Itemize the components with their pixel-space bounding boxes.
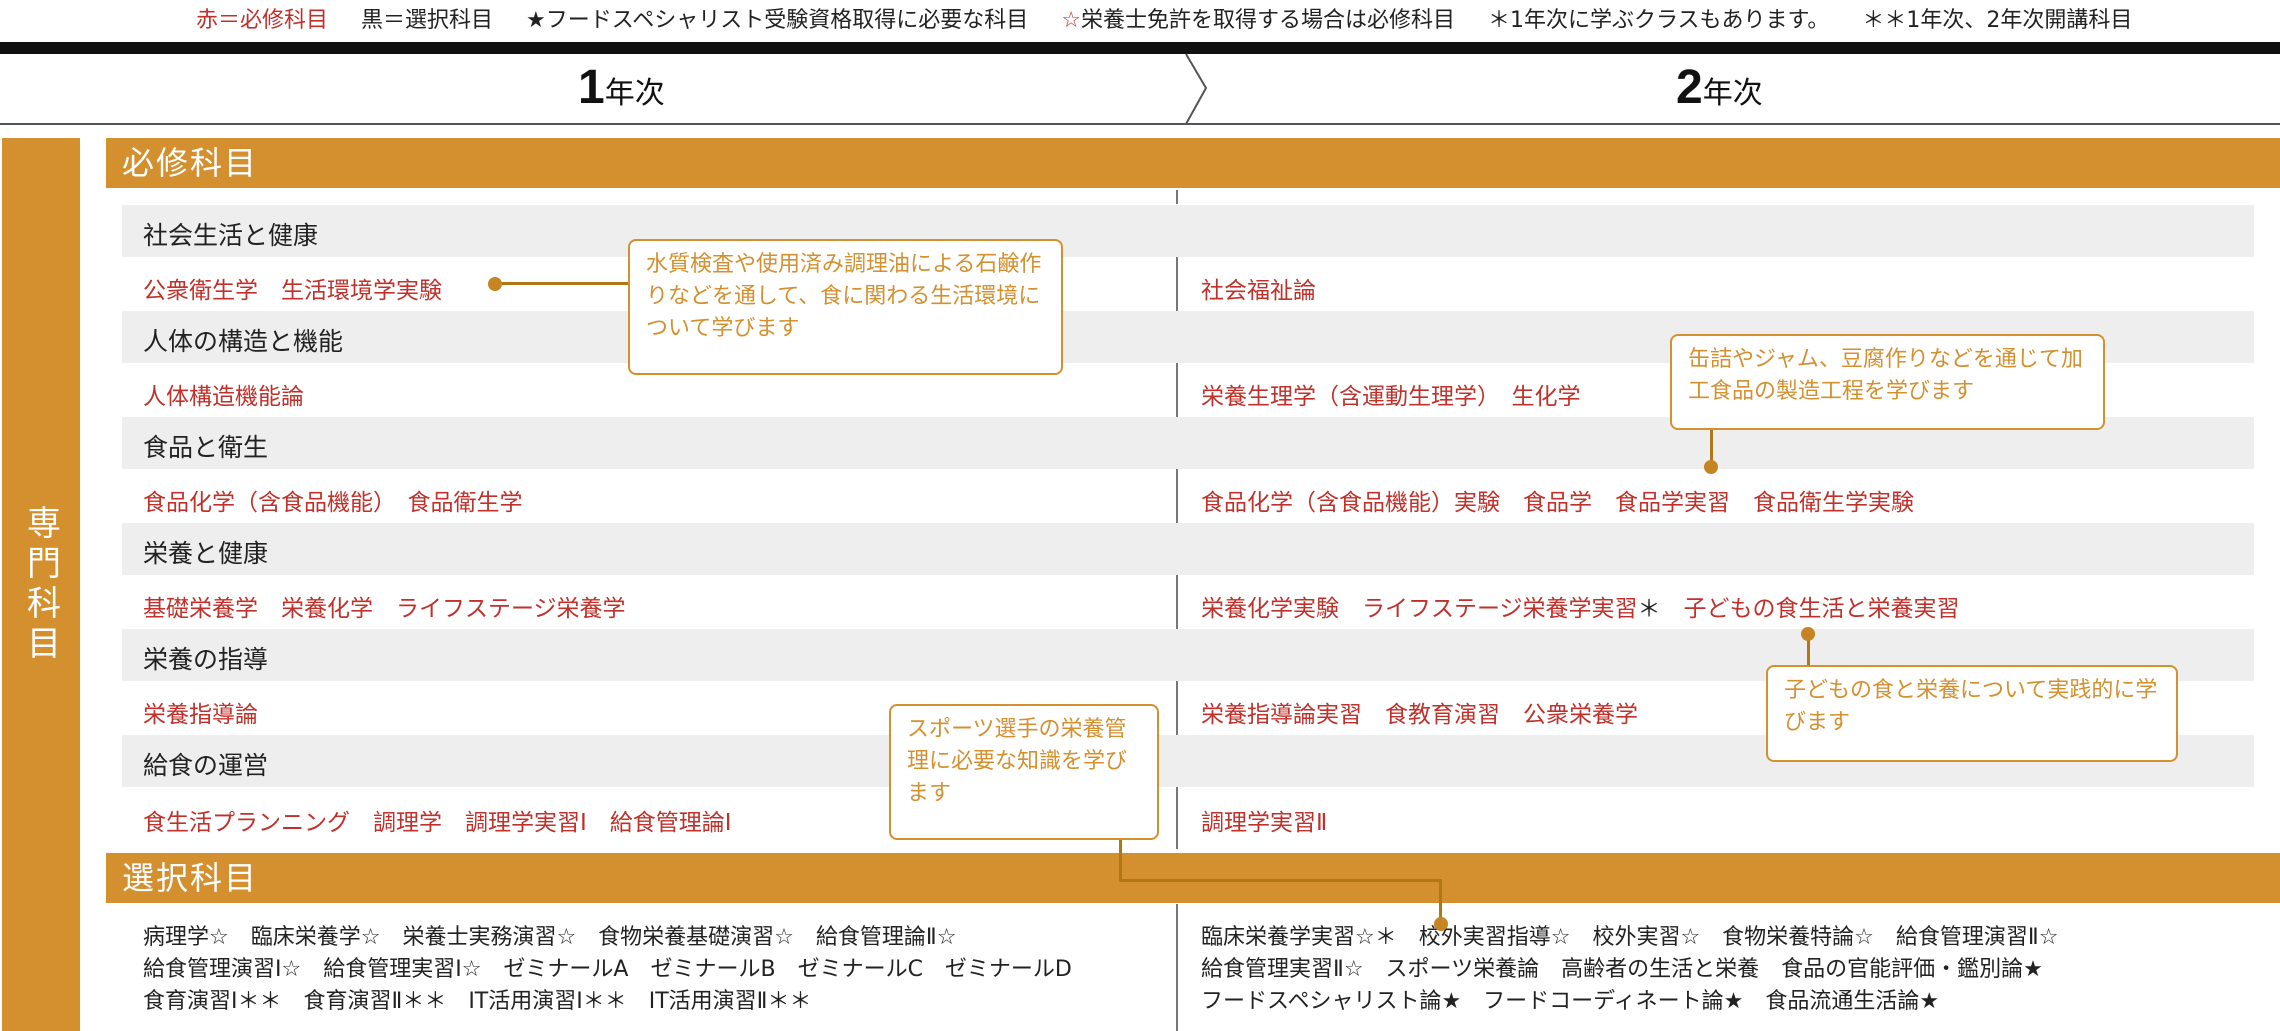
callout-connector	[1119, 838, 1122, 881]
side-label: 専門科目	[2, 138, 80, 1031]
callout-living-environment: 水質検査や使用済み調理油による石鹸作りなどを通して、食に関わる生活環境について学…	[628, 239, 1063, 375]
y1-elective-list: 病理学☆ 臨床栄養学☆ 栄養士実務演習☆ 食物栄養基礎演習☆ 給食管理論Ⅱ☆ 給…	[143, 922, 1072, 1018]
year-header-arrow	[1185, 54, 1208, 125]
elective-line: 臨床栄養学実習☆＊ 校外実習指導☆ 校外実習☆ 食物栄養特論☆ 給食管理演習Ⅱ☆	[1201, 925, 2059, 950]
callout-dot	[1434, 917, 1448, 931]
category-row	[122, 205, 2254, 257]
y2-subjects-food: 食品化学（含食品機能）実験 食品学 食品学実習 食品衛生学実験	[1201, 490, 1914, 516]
year-divider	[1176, 469, 1178, 523]
elective-line: フードスペシャリスト論★ フードコーディネート論★ 食品流通生活論★	[1201, 989, 1940, 1014]
category-label: 給食の運営	[143, 751, 269, 780]
header-rule	[0, 42, 2280, 54]
callout-sports-nutrition: スポーツ選手の栄養管理に必要な知識を学びます	[889, 704, 1159, 840]
callout-dot	[1704, 460, 1718, 474]
y2-subjects-social: 社会福祉論	[1201, 278, 1316, 304]
callout-connector	[1439, 879, 1442, 921]
legend-elective: 黒＝選択科目	[361, 8, 494, 33]
legend-openstar: ☆栄養士免許を取得する場合は必修科目	[1061, 8, 1455, 33]
category-label: 食品と衛生	[143, 433, 269, 462]
y1-subjects-guidance: 栄養指導論	[143, 702, 258, 728]
y1-subjects-food: 食品化学（含食品機能） 食品衛生学	[143, 490, 523, 516]
legend: 赤＝必修科目 黒＝選択科目 ★フードスペシャリスト受験資格取得に必要な科目 ☆栄…	[196, 2, 2132, 34]
category-label: 栄養と健康	[143, 539, 269, 568]
y1-subjects-nutrition: 基礎栄養学 栄養化学 ライフステージ栄養学	[143, 596, 626, 622]
callout-connector	[1119, 879, 1442, 882]
legend-star: ★フードスペシャリスト受験資格取得に必要な科目	[526, 8, 1029, 33]
legend-required: 赤＝必修科目	[196, 8, 329, 33]
callout-processed-food: 缶詰やジャム、豆腐作りなどを通じて加工食品の製造工程を学びます	[1670, 334, 2105, 430]
legend-double-asterisk: ＊＊1年次、2年次開講科目	[1862, 8, 2133, 33]
category-label: 人体の構造と機能	[143, 327, 344, 356]
y2-subjects-body: 栄養生理学（含運動生理学） 生化学	[1201, 384, 1581, 410]
elective-line: 給食管理実習Ⅱ☆ スポーツ栄養論 高齢者の生活と栄養 食品の官能評価・鑑別論★	[1201, 957, 2043, 982]
callout-dot	[488, 277, 502, 291]
y2-subjects-nutrition: 栄養化学実験 ライフステージ栄養学実習＊ 子どもの食生活と栄養実習	[1201, 596, 1960, 622]
legend-asterisk: ＊1年次に学ぶクラスもあります。	[1487, 8, 1830, 33]
elective-line: 食育演習Ⅰ＊＊ 食育演習Ⅱ＊＊ IT活用演習Ⅰ＊＊ IT活用演習Ⅱ＊＊	[143, 989, 812, 1014]
y1-subjects-social: 公衆衛生学 生活環境学実験	[143, 278, 442, 304]
year-divider	[1176, 681, 1178, 735]
callout-child-nutrition: 子どもの食と栄養について実践的に学びます	[1766, 665, 2178, 762]
category-row	[122, 523, 2254, 575]
elective-line: 給食管理演習Ⅰ☆ 給食管理実習Ⅰ☆ ゼミナールA ゼミナールB ゼミナールC ゼ…	[143, 957, 1072, 982]
section-elective: 選択科目	[106, 853, 2280, 903]
y1-subjects-body: 人体構造機能論	[143, 384, 304, 410]
y2-subjects-foodservice: 調理学実習Ⅱ	[1201, 810, 1328, 836]
callout-dot	[1801, 627, 1815, 641]
elective-line: 病理学☆ 臨床栄養学☆ 栄養士実務演習☆ 食物栄養基礎演習☆ 給食管理論Ⅱ☆	[143, 925, 957, 950]
year-1-heading: 1年次	[578, 61, 665, 114]
y1-subjects-foodservice: 食生活プランニング 調理学 調理学実習Ⅰ 給食管理論Ⅰ	[143, 810, 732, 836]
callout-connector	[495, 282, 630, 285]
y2-elective-list: 臨床栄養学実習☆＊ 校外実習指導☆ 校外実習☆ 食物栄養特論☆ 給食管理演習Ⅱ☆…	[1201, 922, 2058, 1018]
year-header-rule	[0, 123, 2280, 125]
year-divider	[1176, 257, 1178, 311]
section-required: 必修科目	[106, 138, 2280, 188]
category-label: 栄養の指導	[143, 645, 269, 674]
year-divider	[1176, 787, 1178, 849]
category-label: 社会生活と健康	[143, 221, 319, 250]
year-2-heading: 2年次	[1676, 61, 1763, 114]
year-divider	[1176, 363, 1178, 417]
year-divider	[1176, 904, 1178, 1031]
year-divider	[1176, 575, 1178, 629]
y2-subjects-guidance: 栄養指導論実習 食教育演習 公衆栄養学	[1201, 702, 1638, 728]
year-divider	[1176, 190, 1178, 204]
